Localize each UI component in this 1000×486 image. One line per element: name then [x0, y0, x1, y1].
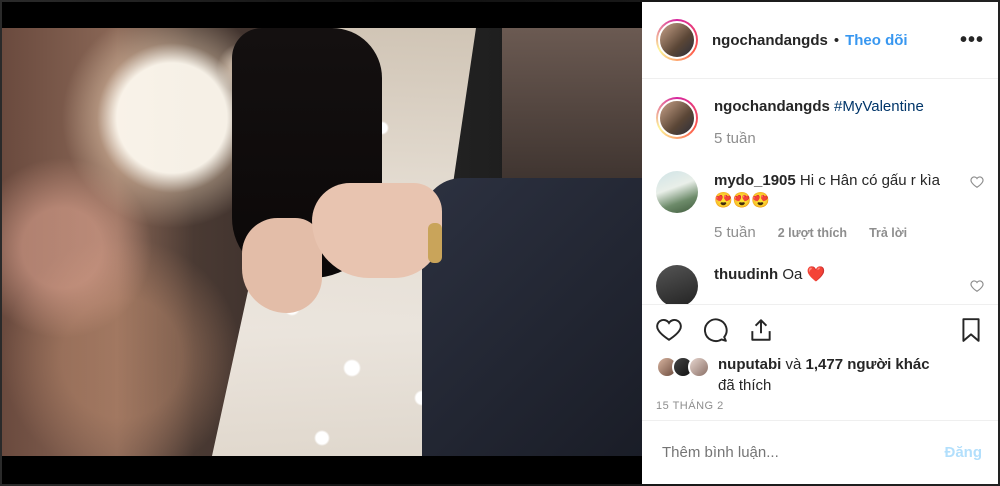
follow-button[interactable]: Theo dõi [845, 32, 908, 49]
add-comment-bar: Đăng [642, 420, 998, 484]
caption-hashtag[interactable]: #MyValentine [834, 98, 924, 115]
comment-text: Oa [782, 266, 803, 283]
caption: ngochandangds #MyValentine 5 tuần [656, 97, 984, 149]
add-comment-input[interactable] [662, 444, 945, 461]
post-side-panel: ngochandangds • Theo dõi ••• ngochandang… [642, 2, 998, 484]
photo-arm [502, 28, 642, 198]
post-actions [642, 304, 998, 354]
comment-item: thuudinh Oa ❤️ [656, 265, 984, 304]
likes-summary: nuputabi và 1,477 người khác đã thích [642, 354, 998, 398]
post-comment-button[interactable]: Đăng [945, 444, 983, 461]
likes-suffix: đã thích [718, 377, 772, 394]
comments-list[interactable]: ngochandangds #MyValentine 5 tuần mydo_1… [642, 79, 998, 304]
likes-others-count[interactable]: 1,477 người khác [806, 356, 930, 373]
header-separator: • [833, 31, 840, 49]
liker-username[interactable]: nuputabi [718, 356, 781, 373]
post-date[interactable]: 15 THÁNG 2 [642, 398, 998, 420]
share-icon[interactable] [748, 317, 774, 343]
caption-avatar[interactable] [656, 97, 698, 139]
photo-hand-left [242, 218, 322, 313]
more-options-icon[interactable]: ••• [960, 29, 984, 52]
comment-likes[interactable]: 2 lượt thích [778, 223, 847, 243]
photo-letterbox-bottom [2, 456, 642, 484]
like-comment-icon[interactable] [970, 175, 984, 189]
post-header: ngochandangds • Theo dõi ••• [642, 2, 998, 79]
author-username[interactable]: ngochandangds [712, 32, 828, 49]
comment-bubble-icon[interactable] [702, 317, 728, 343]
photo-suit [422, 178, 642, 456]
like-heart-icon[interactable] [656, 317, 682, 343]
comment-text: Hi c Hân có gấu r kìa [799, 172, 940, 189]
author-avatar[interactable] [656, 19, 698, 61]
like-comment-icon[interactable] [970, 279, 984, 293]
caption-username[interactable]: ngochandangds [714, 98, 830, 115]
comment-emojis: ❤️ [806, 266, 826, 283]
photo-watch [428, 223, 442, 263]
photo-letterbox-top [2, 2, 642, 28]
bookmark-icon[interactable] [958, 317, 984, 343]
comment-item: mydo_1905 Hi c Hân có gấu r kìa 😍😍😍 5 tu… [656, 171, 984, 243]
comment-time[interactable]: 5 tuần [714, 223, 756, 243]
comment-username[interactable]: mydo_1905 [714, 172, 796, 189]
comment-emojis: 😍😍😍 [714, 192, 771, 209]
photo-scene [2, 28, 642, 456]
commenter-avatar[interactable] [656, 171, 698, 213]
comment-username[interactable]: thuudinh [714, 266, 778, 283]
reply-button[interactable]: Trả lời [869, 223, 907, 243]
photo-hand-right [312, 183, 442, 278]
post-photo[interactable] [2, 2, 642, 484]
caption-time[interactable]: 5 tuần [714, 129, 756, 149]
likes-connector: và [785, 356, 802, 373]
likers-avatars[interactable] [656, 356, 714, 378]
post-modal: ngochandangds • Theo dõi ••• ngochandang… [2, 2, 998, 484]
commenter-avatar[interactable] [656, 265, 698, 304]
